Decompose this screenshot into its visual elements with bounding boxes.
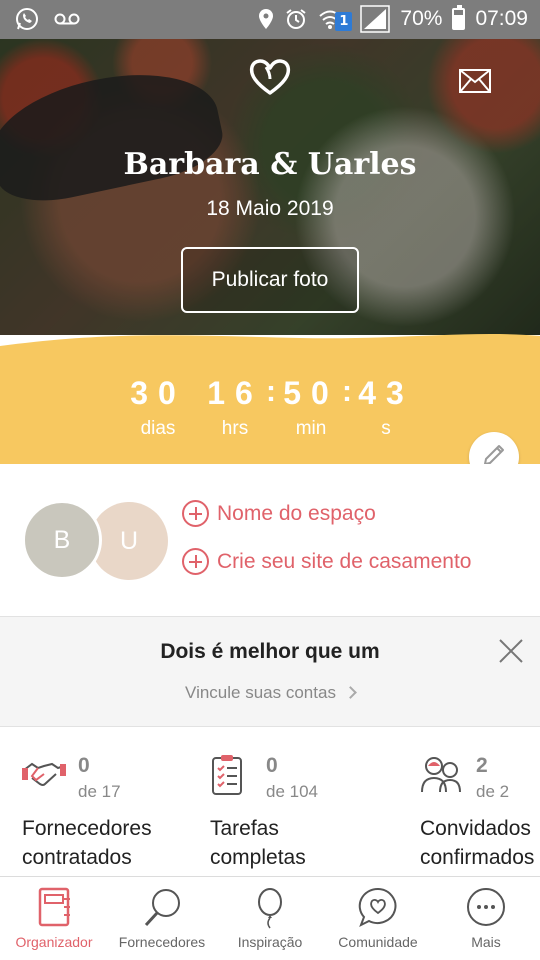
plus-circle-icon xyxy=(182,500,209,527)
stat-count: 0 xyxy=(266,754,278,777)
seconds-value: 43 xyxy=(358,375,414,411)
countdown-seconds: 43 s xyxy=(356,375,416,440)
more-icon xyxy=(466,887,506,929)
stats-row: 0 de 17 Fornecedores contratados 0 de 10… xyxy=(0,728,540,876)
battery-percent: 70% xyxy=(400,7,443,30)
stat-count: 0 xyxy=(78,754,90,777)
countdown-separator: : xyxy=(342,375,352,408)
handshake-icon xyxy=(22,754,66,796)
guests-icon xyxy=(420,754,464,796)
stat-label: Tarefas completas xyxy=(210,817,306,869)
chat-heart-icon xyxy=(358,887,398,929)
banner-title: Dois é melhor que um xyxy=(160,640,380,663)
heart-logo-icon xyxy=(246,57,294,97)
bottom-navigation: Organizador Fornecedores Inspiração Comu… xyxy=(0,876,540,960)
nav-inspiration[interactable]: Inspiração xyxy=(216,877,324,960)
signal-icon xyxy=(360,5,391,33)
clock: 07:09 xyxy=(475,7,528,30)
link-accounts-label: Vincule suas contas xyxy=(185,683,336,702)
hours-value: 16 xyxy=(207,375,263,411)
nav-community[interactable]: Comunidade xyxy=(324,877,432,960)
nav-label: Fornecedores xyxy=(118,934,206,950)
status-bar: 1 70% 07:09 xyxy=(0,0,540,39)
nav-label: Inspiração xyxy=(237,934,303,950)
wifi-icon: 1 xyxy=(318,8,353,31)
whatsapp-icon xyxy=(14,6,40,32)
hours-label: hrs xyxy=(221,418,249,439)
sim-badge: 1 xyxy=(335,12,353,31)
countdown-minutes: 50 min xyxy=(281,375,341,440)
balloon-icon xyxy=(250,887,290,929)
location-icon xyxy=(258,8,274,30)
minutes-label: min xyxy=(295,418,327,439)
create-website-link[interactable]: Crie seu site de casamento xyxy=(182,548,471,575)
countdown-panel: 30 dias 16 hrs : 50 min : 43 s xyxy=(0,330,540,464)
venue-name-label: Nome do espaço xyxy=(217,501,376,525)
mail-icon[interactable] xyxy=(459,69,491,93)
stat-total: de 17 xyxy=(78,782,121,801)
alarm-icon xyxy=(284,7,308,31)
publish-photo-button[interactable]: Publicar foto xyxy=(181,247,359,313)
plus-circle-icon xyxy=(182,548,209,575)
profile-section: U B Nome do espaço Crie seu site de casa… xyxy=(0,464,540,616)
chevron-right-icon xyxy=(344,686,357,699)
notebook-icon xyxy=(34,887,74,929)
countdown-days: 30 dias xyxy=(128,375,188,440)
stat-total: de 104 xyxy=(266,782,318,801)
stat-label: Convidados confirmados xyxy=(420,817,535,869)
stat-label: Fornecedores contratados xyxy=(22,817,152,869)
stat-count: 2 xyxy=(476,754,488,777)
seconds-label: s xyxy=(381,418,391,439)
wedding-date: 18 Maio 2019 xyxy=(206,197,334,220)
nav-label: Organizador xyxy=(15,934,93,950)
nav-more[interactable]: Mais xyxy=(432,877,540,960)
couple-hero-photo: Barbara & Uarles 18 Maio 2019 Publicar f… xyxy=(0,39,540,335)
couple-name: Barbara & Uarles xyxy=(123,147,417,182)
countdown-hours: 16 hrs xyxy=(204,375,266,440)
minutes-value: 50 xyxy=(283,375,339,411)
nav-label: Comunidade xyxy=(338,934,418,950)
nav-vendors[interactable]: Fornecedores xyxy=(108,877,216,960)
link-accounts-banner: Dois é melhor que um Vincule suas contas xyxy=(0,616,540,727)
days-label: dias xyxy=(140,418,176,439)
battery-icon xyxy=(452,5,466,30)
checklist-icon xyxy=(210,754,254,796)
magnifier-icon xyxy=(142,887,182,929)
create-website-label: Crie seu site de casamento xyxy=(217,549,472,573)
days-value: 30 xyxy=(130,375,186,411)
avatar-partner-1[interactable]: B xyxy=(22,500,102,580)
nav-label: Mais xyxy=(471,934,501,950)
venue-name-link[interactable]: Nome do espaço xyxy=(182,500,376,527)
countdown-separator: : xyxy=(266,375,276,408)
voicemail-icon xyxy=(54,12,80,26)
stat-total: de 2 xyxy=(476,782,510,801)
link-accounts-link[interactable]: Vincule suas contas xyxy=(0,683,540,703)
close-icon[interactable] xyxy=(497,637,525,665)
nav-organizer[interactable]: Organizador xyxy=(0,877,108,960)
